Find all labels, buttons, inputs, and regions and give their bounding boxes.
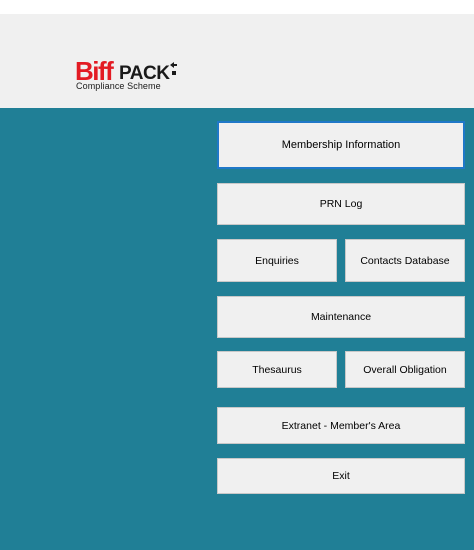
svg-text:Biff: Biff — [75, 57, 114, 83]
svg-text:PACK: PACK — [119, 63, 170, 83]
prn-log-button[interactable]: PRN Log — [217, 183, 465, 225]
contacts-database-button[interactable]: Contacts Database — [345, 239, 465, 282]
exit-button[interactable]: Exit — [217, 458, 465, 494]
recycle-icon — [170, 62, 177, 75]
extranet-members-area-button[interactable]: Extranet - Member's Area — [217, 407, 465, 444]
overall-obligation-button[interactable]: Overall Obligation — [345, 351, 465, 388]
biffpack-logo: Biff PACK Compliance Scheme — [75, 57, 185, 97]
maintenance-button[interactable]: Maintenance — [217, 296, 465, 338]
biffpack-logo-mark: Biff PACK — [75, 57, 177, 83]
logo-tagline: Compliance Scheme — [76, 81, 161, 91]
enquiries-button[interactable]: Enquiries — [217, 239, 337, 282]
membership-information-button[interactable]: Membership Information — [217, 121, 465, 169]
header-bar: Biff PACK Compliance Scheme — [0, 14, 474, 108]
thesaurus-button[interactable]: Thesaurus — [217, 351, 337, 388]
